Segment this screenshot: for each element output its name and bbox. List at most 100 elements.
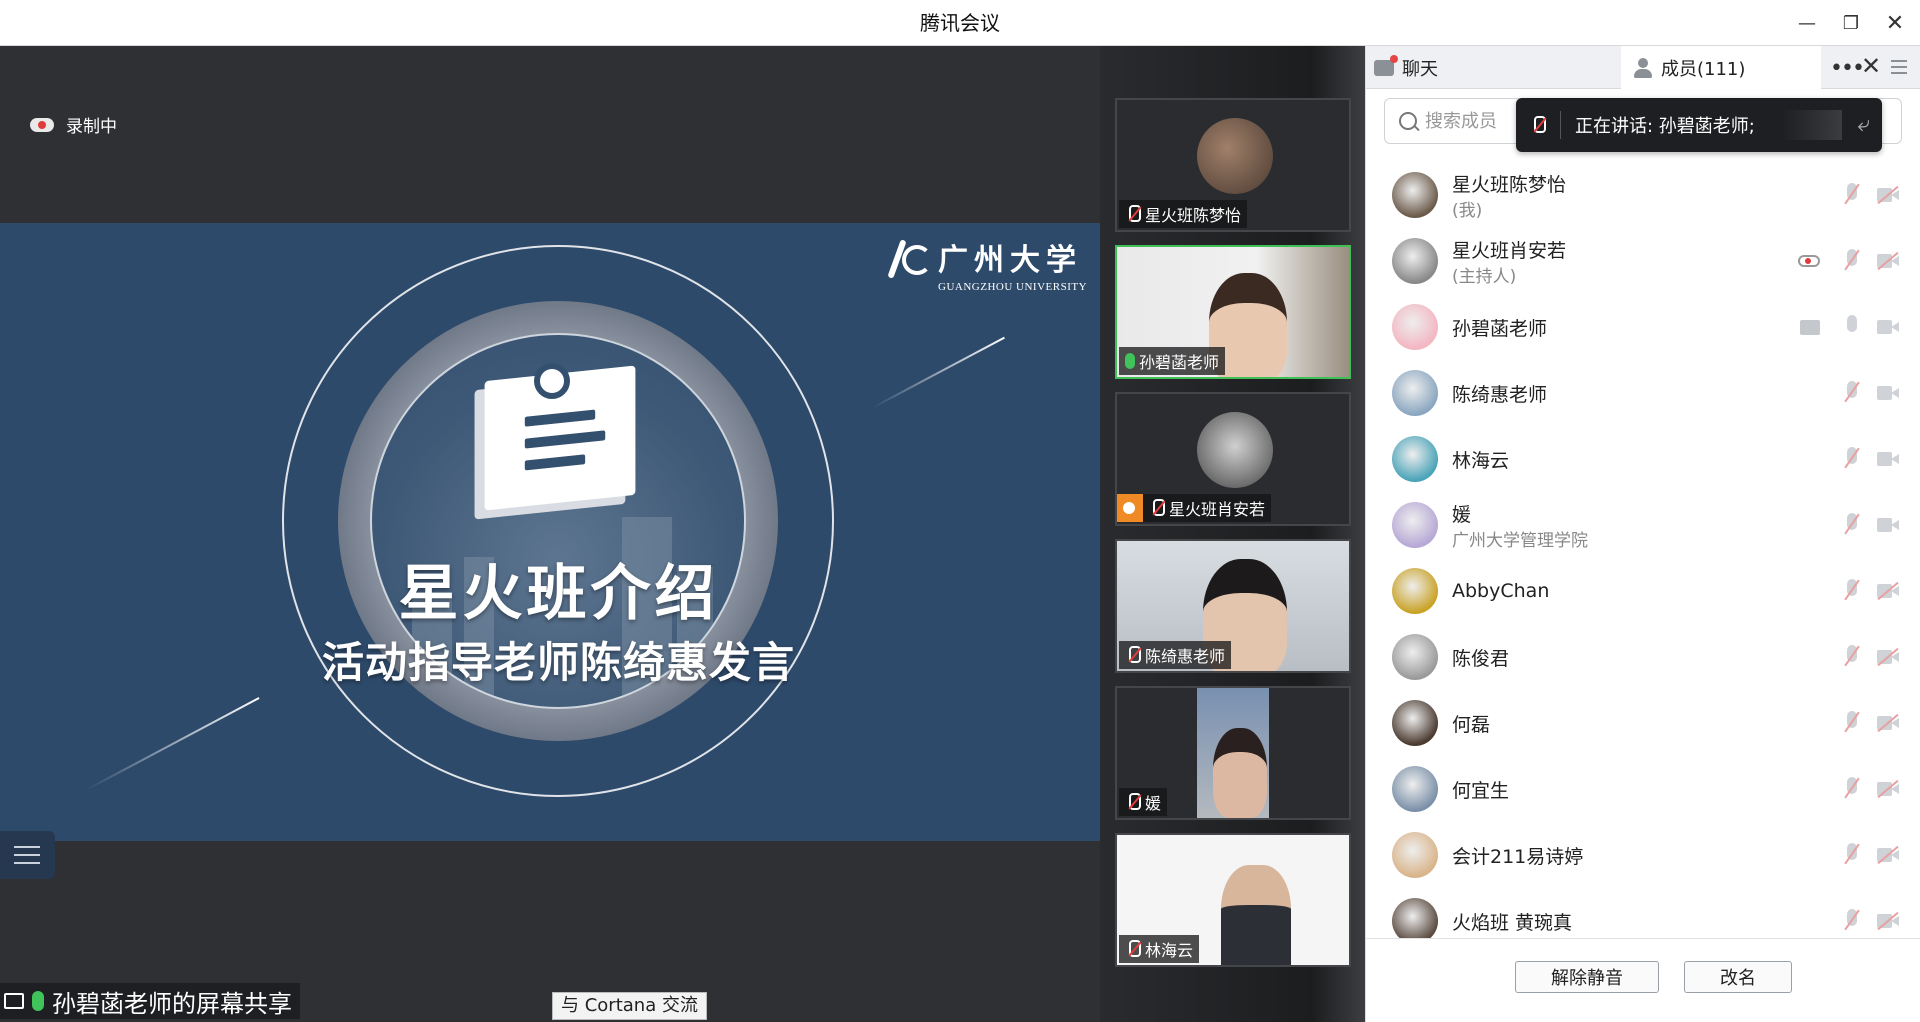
video-tile[interactable]: 星火班陈梦怡 <box>1115 98 1351 232</box>
tab-chat[interactable]: 聊天 <box>1366 46 1621 89</box>
video-tile[interactable]: 星火班肖安若 <box>1115 392 1351 526</box>
mic-muted-icon[interactable] <box>1841 579 1863 603</box>
member-row[interactable]: 林海云 <box>1366 426 1920 492</box>
member-row[interactable]: 陈绮惠老师 <box>1366 360 1920 426</box>
mic-muted-icon[interactable] <box>1841 909 1863 933</box>
mic-muted-icon <box>1125 940 1141 958</box>
mic-on-icon <box>32 991 44 1011</box>
participant-avatar <box>1197 118 1273 194</box>
member-name: 何磊 <box>1452 713 1491 736</box>
members-icon <box>1633 57 1653 78</box>
member-avatar <box>1392 568 1438 614</box>
panel-footer: 解除静音 改名 <box>1366 938 1920 1022</box>
camera-off-icon[interactable] <box>1877 713 1899 733</box>
camera-icon[interactable] <box>1877 517 1899 533</box>
member-row[interactable]: 火焰班 黄琬真 <box>1366 888 1920 938</box>
mic-on-icon <box>1125 353 1135 369</box>
video-tile[interactable]: 林海云 <box>1115 833 1351 967</box>
member-row[interactable]: 会计211易诗婷 <box>1366 822 1920 888</box>
panel-tabs: 聊天 成员(111) ••• ✕ <box>1366 46 1920 89</box>
camera-off-icon[interactable] <box>1877 581 1899 601</box>
camera-off-icon[interactable] <box>1877 911 1899 931</box>
camera-off-icon[interactable] <box>1877 647 1899 667</box>
member-name: 星火班肖安若 <box>1452 240 1567 262</box>
member-name: 陈俊君 <box>1452 647 1510 670</box>
camera-off-icon[interactable] <box>1877 185 1899 205</box>
mic-muted-icon <box>1125 205 1141 223</box>
member-name: 会计211易诗婷 <box>1452 845 1584 868</box>
camera-off-icon[interactable] <box>1877 779 1899 799</box>
member-avatar <box>1392 502 1438 548</box>
mic-muted-icon <box>1149 499 1165 517</box>
mic-muted-icon[interactable] <box>1841 711 1863 735</box>
rename-button[interactable]: 改名 <box>1684 961 1792 993</box>
participant-name: 林海云 <box>1145 941 1194 960</box>
member-name: AbbyChan <box>1452 580 1550 602</box>
member-row[interactable]: 何宜生 <box>1366 756 1920 822</box>
member-name: 何宜生 <box>1452 779 1510 802</box>
tab-members-label: 成员(111) <box>1661 58 1746 80</box>
close-icon[interactable]: ✕ <box>1880 8 1910 38</box>
member-subtitle: (主持人) <box>1452 267 1517 287</box>
screen-share-label: 孙碧菡老师的屏幕共享 <box>0 983 300 1019</box>
camera-off-icon[interactable] <box>1877 845 1899 865</box>
video-tile[interactable]: 孙碧菡老师 <box>1115 245 1351 379</box>
camera-icon[interactable] <box>1877 451 1899 467</box>
mic-muted-icon[interactable] <box>1841 183 1863 207</box>
video-tile[interactable]: 陈绮惠老师 <box>1115 539 1351 673</box>
mic-muted-icon[interactable] <box>1841 843 1863 867</box>
host-icon <box>1117 494 1143 522</box>
close-panel-icon[interactable]: ✕ <box>1861 52 1881 80</box>
screen-share-area: 录制中 广州大学 GUANGZHOU UNIVERSITY 星火班介绍 活动指导… <box>0 46 1100 1022</box>
title-bar: 腾讯会议 — ❐ ✕ <box>0 0 1920 46</box>
camera-icon[interactable] <box>1877 319 1899 335</box>
member-row[interactable]: 媛广州大学管理学院 <box>1366 492 1920 558</box>
participant-avatar <box>1197 412 1273 488</box>
university-emblem-icon <box>888 235 932 283</box>
window-title: 腾讯会议 <box>920 11 1000 35</box>
mic-muted-icon[interactable] <box>1841 249 1863 273</box>
minimize-icon[interactable]: — <box>1792 8 1822 38</box>
mic-muted-icon[interactable] <box>1841 447 1863 471</box>
search-icon <box>1399 112 1417 130</box>
video-tile[interactable]: 媛 <box>1115 686 1351 820</box>
mic-muted-icon[interactable] <box>1841 513 1863 537</box>
mic-muted-icon[interactable] <box>1841 645 1863 669</box>
member-row[interactable]: 孙碧菡老师 <box>1366 294 1920 360</box>
panel-menu-icon[interactable] <box>1891 60 1907 74</box>
tab-members[interactable]: 成员(111) <box>1621 46 1821 89</box>
back-arrow-icon[interactable]: ⤶ <box>1858 112 1870 137</box>
member-row[interactable]: AbbyChan <box>1366 558 1920 624</box>
member-avatar <box>1392 700 1438 746</box>
member-avatar <box>1392 898 1438 938</box>
mic-muted-icon[interactable] <box>1841 381 1863 405</box>
camera-icon[interactable] <box>1877 385 1899 401</box>
member-row[interactable]: 陈俊君 <box>1366 624 1920 690</box>
slide-list-button[interactable] <box>0 831 55 879</box>
mic-muted-icon <box>1125 793 1141 811</box>
member-name: 孙碧菡老师 <box>1452 317 1548 340</box>
unmute-button[interactable]: 解除静音 <box>1515 961 1659 993</box>
member-avatar <box>1392 238 1438 284</box>
mic-on-icon[interactable] <box>1841 315 1863 339</box>
member-name: 火焰班 黄琬真 <box>1452 911 1573 934</box>
mic-muted-icon <box>1125 646 1141 664</box>
participant-name: 陈绮惠老师 <box>1145 647 1226 666</box>
member-name: 星火班陈梦怡 <box>1452 174 1567 196</box>
member-subtitle: 广州大学管理学院 <box>1452 531 1588 551</box>
screen-share-icon <box>1800 319 1820 335</box>
more-options-icon[interactable]: ••• <box>1830 56 1865 81</box>
member-row[interactable]: 星火班陈梦怡 (我) <box>1366 162 1920 228</box>
recording-indicator: 录制中 <box>30 112 117 137</box>
member-name: 媛 <box>1452 504 1472 526</box>
member-avatar <box>1392 766 1438 812</box>
member-avatar <box>1392 370 1438 416</box>
camera-off-icon[interactable] <box>1877 251 1899 271</box>
mic-muted-icon[interactable] <box>1841 777 1863 801</box>
participant-name: 媛 <box>1145 794 1162 813</box>
restore-icon[interactable]: ❐ <box>1836 8 1866 38</box>
participant-name: 星火班肖安若 <box>1169 500 1266 519</box>
member-row[interactable]: 星火班肖安若 (主持人) <box>1366 228 1920 294</box>
member-row[interactable]: 何磊 <box>1366 690 1920 756</box>
member-avatar <box>1392 172 1438 218</box>
